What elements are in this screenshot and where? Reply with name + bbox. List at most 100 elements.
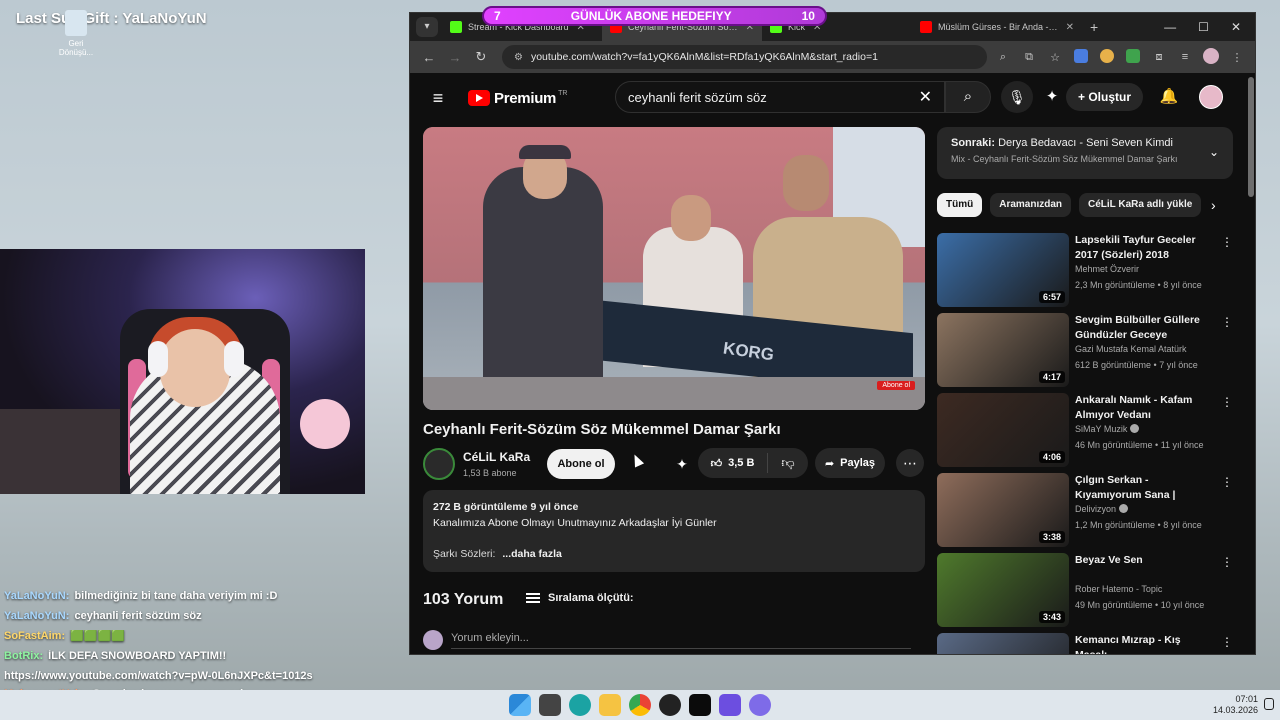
dislike-button[interactable]: 👎︎ <box>768 455 808 471</box>
discord-icon[interactable] <box>749 694 771 716</box>
profile-icon[interactable] <box>1203 47 1219 67</box>
gemini-spark-icon[interactable]: ✦ <box>1038 83 1066 111</box>
bookmark-star-icon[interactable]: ☆ <box>1047 51 1063 64</box>
video-player[interactable]: KORG Abone ol <box>423 127 925 410</box>
video-menu-icon[interactable]: ⋮ <box>1221 475 1233 489</box>
show-more-link[interactable]: ...daha fazla <box>502 548 562 560</box>
kick-icon[interactable] <box>689 694 711 716</box>
recommended-title: Sevgim Bülbüller Güllere Gündüzler Gecey… <box>1075 314 1200 341</box>
file-explorer-icon[interactable] <box>599 694 621 716</box>
like-button[interactable]: 👍︎ 3,5 B <box>698 453 768 473</box>
video-thumbnail[interactable]: 3:43 <box>937 553 1069 627</box>
chat-text: 🟩🟩🟩🟩 <box>67 630 125 642</box>
chat-message: YaLaNoYuN: ceyhanli ferit sözüm söz <box>4 610 424 630</box>
subscriber-count: 1,53 B abone <box>463 468 517 478</box>
create-label: Oluştur <box>1088 90 1132 104</box>
channel-name[interactable]: CéLiL KaRa <box>463 450 530 464</box>
filter-chip[interactable]: Tümü <box>937 193 983 217</box>
filter-chip[interactable]: Aramanızdan <box>990 193 1072 217</box>
recommended-video[interactable]: 4:17 Sevgim Bülbüller Güllere Gündüzler G… <box>937 313 1237 393</box>
translate-extension-icon[interactable] <box>1073 48 1089 66</box>
share-label: Paylaş <box>840 457 876 469</box>
chat-username: BotRix: <box>4 650 44 662</box>
like-count: 3,5 B <box>728 457 755 469</box>
video-thumbnail[interactable]: 4:06 <box>937 393 1069 467</box>
chevron-right-icon[interactable]: › <box>1211 197 1216 213</box>
video-menu-icon[interactable]: ⋮ <box>1221 235 1233 249</box>
new-tab-icon[interactable]: + <box>1082 13 1106 41</box>
up-next-panel[interactable]: Sonraki: Derya Bedavacı - Seni Seven Kim… <box>937 127 1233 179</box>
webcam-feed <box>0 249 365 494</box>
recommended-video[interactable]: 3:43 Beyaz Ve Sen Rober Hatemo - Topic 49 M… <box>937 553 1237 633</box>
video-thumbnail[interactable]: 6:57 <box>937 233 1069 307</box>
chrome-icon[interactable] <box>629 694 651 716</box>
browser-menu-icon[interactable]: ⋮ <box>1229 51 1245 64</box>
adblock-extension-icon[interactable] <box>1125 48 1141 66</box>
verified-icon <box>1130 424 1140 433</box>
start-icon[interactable] <box>509 694 531 716</box>
recommended-video[interactable]: Kemancı Mızrap - Kış Masalı ⋮ <box>937 633 1237 654</box>
search-icon[interactable]: ⌕ <box>945 81 991 113</box>
maximize-icon[interactable]: ☐ <box>1198 20 1209 34</box>
extension-icon[interactable] <box>1099 48 1115 66</box>
recommended-title: Çılgın Serkan - Kıyamıyorum Sana | Deliv… <box>1075 474 1176 501</box>
close-tab-icon[interactable]: ✕ <box>1066 22 1074 33</box>
account-avatar[interactable] <box>1199 85 1223 109</box>
close-window-icon[interactable]: ✕ <box>1231 20 1241 34</box>
video-menu-icon[interactable]: ⋮ <box>1221 635 1233 649</box>
duration-badge: 3:38 <box>1038 531 1065 543</box>
search-input[interactable]: ceyhanli ferit sözüm söz ✕ <box>615 81 945 113</box>
edge-icon[interactable] <box>569 694 591 716</box>
chevron-down-icon[interactable]: ⌄ <box>1209 145 1219 159</box>
video-menu-icon[interactable]: ⋮ <box>1221 315 1233 329</box>
filter-chip[interactable]: CéLiL KaRa adlı yükle <box>1079 193 1202 217</box>
video-menu-icon[interactable]: ⋮ <box>1221 555 1233 569</box>
hamburger-menu-icon[interactable]: ≡ <box>418 88 458 109</box>
zoom-icon[interactable]: ⌕ <box>995 51 1011 64</box>
back-icon[interactable]: ← <box>416 50 442 65</box>
minimize-icon[interactable]: — <box>1164 20 1176 34</box>
share-button[interactable]: ➦ Paylaş <box>815 448 885 478</box>
clear-search-icon[interactable]: ✕ <box>919 87 932 107</box>
forward-icon[interactable]: → <box>442 50 468 65</box>
install-app-icon[interactable]: ⧉ <box>1021 51 1037 64</box>
recommended-video[interactable]: 4:06 Ankaralı Namık - Kafam Almıyor Vedan… <box>937 393 1237 473</box>
streamlabs-icon[interactable] <box>719 694 741 716</box>
microphone-icon[interactable]: 🎙 <box>1001 81 1033 113</box>
page-scrollbar[interactable] <box>1248 77 1254 197</box>
notification-icon[interactable] <box>1264 698 1274 710</box>
video-thumbnail[interactable] <box>937 633 1069 654</box>
sort-comments-button[interactable]: Sıralama ölçütü: <box>526 592 634 604</box>
system-clock[interactable]: 07:01 14.03.2026 <box>1213 694 1258 716</box>
video-thumbnail[interactable]: 4:17 <box>937 313 1069 387</box>
reload-icon[interactable]: ↻ <box>468 49 494 65</box>
notifications-bell-icon[interactable]: 🔔 <box>1155 83 1183 111</box>
recycle-bin-icon[interactable]: Geri Dönüşü... <box>58 10 94 57</box>
thumbs-down-icon: 👎︎ <box>781 455 795 470</box>
logo-region: TR <box>558 89 568 97</box>
recommended-video[interactable]: 3:38 Çılgın Serkan - Kıyamıyorum Sana | D… <box>937 473 1237 553</box>
create-button[interactable]: + Oluştur <box>1066 83 1144 111</box>
video-thumbnail[interactable]: 3:38 <box>937 473 1069 547</box>
browser-tab[interactable]: Müslüm Gürses - Bir Anda - YouTube ✕ <box>912 13 1082 41</box>
recommended-video[interactable]: 6:57 Lapsekili Tayfur Geceler 2017 (Sözle… <box>937 233 1237 313</box>
channel-avatar[interactable] <box>423 448 455 480</box>
video-menu-icon[interactable]: ⋮ <box>1221 395 1233 409</box>
chat-message: YaLaNoYuN: bilmediğiniz bi tane daha ver… <box>4 590 424 610</box>
description-text: Kanalımıza Abone Olmayı Unutmayınız Arka… <box>433 517 717 529</box>
description-box[interactable]: 272 B görüntüleme 9 yıl önce Kanalımıza … <box>423 490 925 572</box>
obs-icon[interactable] <box>659 694 681 716</box>
comment-input[interactable]: Yorum ekleyin... <box>451 632 911 649</box>
task-view-icon[interactable] <box>539 694 561 716</box>
more-actions-icon[interactable]: ⋯ <box>896 449 924 477</box>
ask-ai-icon[interactable]: ✦ <box>668 450 696 478</box>
chat-text: bilmediğiniz bi tane daha veriyim mi :D <box>71 590 278 602</box>
site-info-icon[interactable]: ⚙ <box>514 52 523 63</box>
extensions-puzzle-icon[interactable]: ⧈ <box>1151 51 1167 64</box>
url-field[interactable]: ⚙ youtube.com/watch?v=fa1yQK6AlnM&list=R… <box>502 45 987 69</box>
reading-list-icon[interactable]: ≡ <box>1177 51 1193 63</box>
subscribe-button[interactable]: Abone ol <box>547 449 615 479</box>
player-subscribe-badge[interactable]: Abone ol <box>877 381 915 390</box>
tab-search-icon[interactable]: ▾ <box>416 17 438 37</box>
youtube-premium-logo[interactable]: Premium TR <box>468 90 567 107</box>
